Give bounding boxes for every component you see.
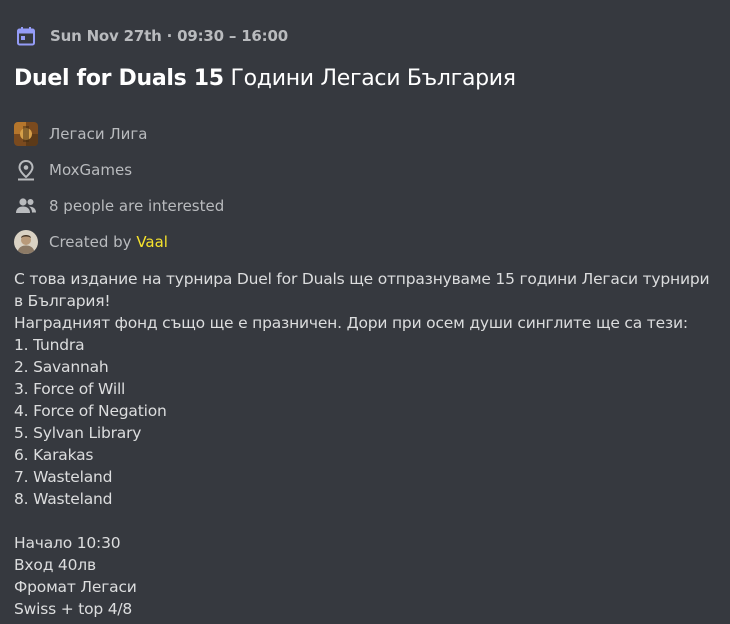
creator-row: Created by Vaal bbox=[14, 224, 224, 260]
location-pin-icon bbox=[14, 158, 38, 182]
location-row: MoxGames bbox=[14, 152, 224, 188]
created-by-label: Created by bbox=[49, 233, 137, 251]
server-icon bbox=[14, 122, 38, 146]
event-title-bold: Duel for Duals 15 bbox=[14, 66, 224, 91]
server-row[interactable]: Легаси Лига bbox=[14, 116, 224, 152]
event-date-row: Sun Nov 27th · 09:30 – 16:00 bbox=[16, 24, 288, 48]
creator-avatar[interactable] bbox=[14, 230, 38, 254]
event-title-rest: Години Легаси България bbox=[223, 66, 517, 91]
people-icon bbox=[14, 194, 38, 218]
created-by-text: Created by Vaal bbox=[49, 233, 168, 251]
calendar-icon bbox=[16, 26, 36, 46]
interested-row: 8 people are interested bbox=[14, 188, 224, 224]
creator-name-link[interactable]: Vaal bbox=[136, 233, 168, 251]
event-title: Duel for Duals 15 Години Легаси България bbox=[14, 66, 516, 91]
location-text: MoxGames bbox=[49, 161, 133, 179]
server-name: Легаси Лига bbox=[49, 125, 148, 143]
event-description: С това издание на турнира Duel for Duals… bbox=[14, 270, 710, 618]
event-details-card: Sun Nov 27th · 09:30 – 16:00 Duel for Du… bbox=[0, 0, 730, 624]
interested-count: 8 people are interested bbox=[49, 197, 225, 215]
event-date: Sun Nov 27th · 09:30 – 16:00 bbox=[50, 27, 288, 45]
event-meta-list: Легаси Лига MoxGames 8 people are intere… bbox=[14, 116, 224, 260]
